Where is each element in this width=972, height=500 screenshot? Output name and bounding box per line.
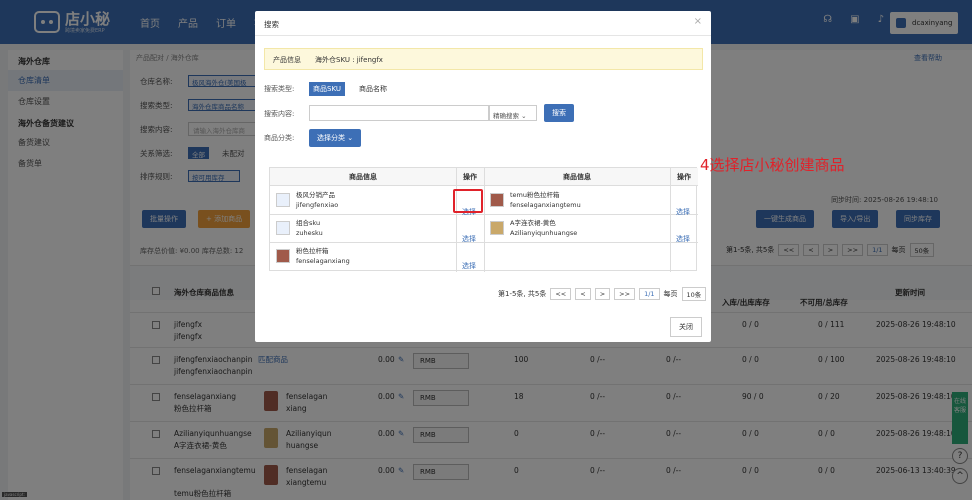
per-page-select[interactable]: 10条 bbox=[681, 287, 707, 301]
product-info-bar: 产品信息 海外仓SKU : jifengfx bbox=[264, 48, 703, 70]
highlight-box bbox=[453, 189, 483, 213]
left-item-name: 粉色拉杆箱 bbox=[296, 247, 329, 255]
pager-next[interactable]: > bbox=[594, 288, 611, 300]
modal-pagination: 第1-5条, 共5条 << < > >> 1/1 每页 10条 bbox=[498, 287, 707, 301]
modal-search-input[interactable] bbox=[309, 105, 489, 121]
select-button[interactable]: 选择 bbox=[676, 207, 690, 217]
select-category-label: 选择分类 bbox=[317, 134, 345, 142]
modal-search-type-label: 搜索类型: bbox=[264, 85, 295, 93]
type-sku-tag[interactable]: 商品SKU bbox=[309, 82, 345, 96]
match-mode-label: 精确搜索 bbox=[493, 112, 519, 120]
modal-divider bbox=[255, 35, 711, 36]
info-value: 海外仓SKU : jifengfx bbox=[315, 56, 383, 64]
product-thumbnail bbox=[276, 221, 290, 235]
product-results-table: 商品信息 操作 商品信息 操作 极风分销产品 jifengfenxiao 选择 … bbox=[269, 167, 698, 272]
table-divider bbox=[270, 214, 698, 215]
close-icon[interactable]: × bbox=[694, 16, 702, 27]
per-page-label: 每页 bbox=[663, 290, 678, 298]
table-divider bbox=[270, 242, 698, 243]
select-button[interactable]: 选择 bbox=[462, 234, 476, 244]
right-item-sku: Azilianyiqunhuangse bbox=[510, 229, 578, 237]
col-left-product-info: 商品信息 bbox=[270, 168, 456, 186]
product-thumbnail bbox=[276, 193, 290, 207]
left-item-name: 极风分销产品 bbox=[296, 191, 335, 199]
chevron-down-icon: ⌄ bbox=[521, 112, 527, 120]
left-item-sku: jifengfenxiao bbox=[296, 201, 339, 209]
modal-search-button[interactable]: 搜索 bbox=[544, 104, 574, 122]
col-left-op: 操作 bbox=[456, 168, 484, 186]
right-item-name: A字连衣裙-黄色 bbox=[510, 219, 556, 227]
pager-last[interactable]: >> bbox=[614, 288, 636, 300]
info-label: 产品信息 bbox=[273, 56, 301, 64]
modal-title: 搜索 bbox=[264, 20, 279, 29]
select-category-button[interactable]: 选择分类 ⌄ bbox=[309, 129, 362, 147]
table-divider bbox=[670, 168, 671, 272]
search-modal: 搜索 × 产品信息 海外仓SKU : jifengfx 搜索类型: 商品SKU 商… bbox=[255, 11, 845, 342]
left-item-name: 组合sku bbox=[296, 219, 321, 227]
product-thumbnail bbox=[490, 221, 504, 235]
right-item-name: temu粉色拉杆箱 bbox=[510, 191, 560, 199]
right-item-sku: fenselaganxiangtemu bbox=[510, 201, 581, 209]
type-name-tag[interactable]: 商品名称 bbox=[355, 82, 391, 96]
left-item-sku: zuhesku bbox=[296, 229, 323, 237]
modal-close-button[interactable]: 关闭 bbox=[670, 317, 702, 337]
col-right-op: 操作 bbox=[670, 168, 698, 186]
col-right-product-info: 商品信息 bbox=[484, 168, 670, 186]
step-annotation: 4选择店小秘创建商品 bbox=[700, 156, 845, 174]
select-button[interactable]: 选择 bbox=[462, 261, 476, 271]
match-mode-select[interactable]: 精确搜索 ⌄ bbox=[489, 105, 537, 121]
table-divider bbox=[456, 168, 457, 272]
left-item-sku: fenselaganxiang bbox=[296, 257, 350, 265]
modal-search-content-label: 搜索内容: bbox=[264, 110, 295, 118]
pager-prev[interactable]: < bbox=[575, 288, 591, 300]
product-thumbnail bbox=[490, 193, 504, 207]
category-label: 商品分类: bbox=[264, 134, 295, 142]
pager-first[interactable]: << bbox=[550, 288, 572, 300]
select-button[interactable]: 选择 bbox=[676, 234, 690, 244]
pager-summary: 第1-5条, 共5条 bbox=[498, 290, 547, 298]
product-thumbnail bbox=[276, 249, 290, 263]
table-divider bbox=[484, 168, 485, 272]
pager-current: 1/1 bbox=[639, 288, 660, 300]
